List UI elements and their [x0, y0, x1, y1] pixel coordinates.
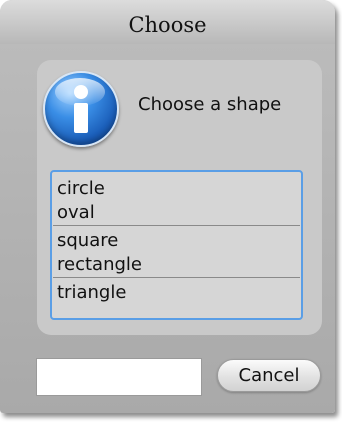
info-icon-stem	[74, 103, 88, 133]
list-item-circle[interactable]: circle	[53, 177, 300, 201]
list-item-oval[interactable]: oval	[53, 201, 300, 225]
dialog-title: Choose	[128, 13, 207, 37]
list-group: square rectangle	[53, 226, 300, 278]
dialog-message: Choose a shape	[138, 94, 282, 115]
info-icon	[43, 71, 119, 147]
title-bar[interactable]: Choose	[0, 0, 335, 44]
cancel-button[interactable]: Cancel	[217, 359, 321, 392]
choose-dialog: Choose Choose a shape circle oval square…	[0, 0, 335, 413]
shape-text-input[interactable]	[36, 358, 202, 396]
shape-listbox[interactable]: circle oval square rectangle triangle	[50, 170, 303, 320]
list-group: triangle	[53, 278, 300, 305]
list-group: circle oval	[53, 177, 300, 226]
info-icon-dot	[74, 85, 88, 99]
list-item-triangle[interactable]: triangle	[53, 281, 300, 305]
list-item-rectangle[interactable]: rectangle	[53, 253, 300, 277]
list-item-square[interactable]: square	[53, 229, 300, 253]
